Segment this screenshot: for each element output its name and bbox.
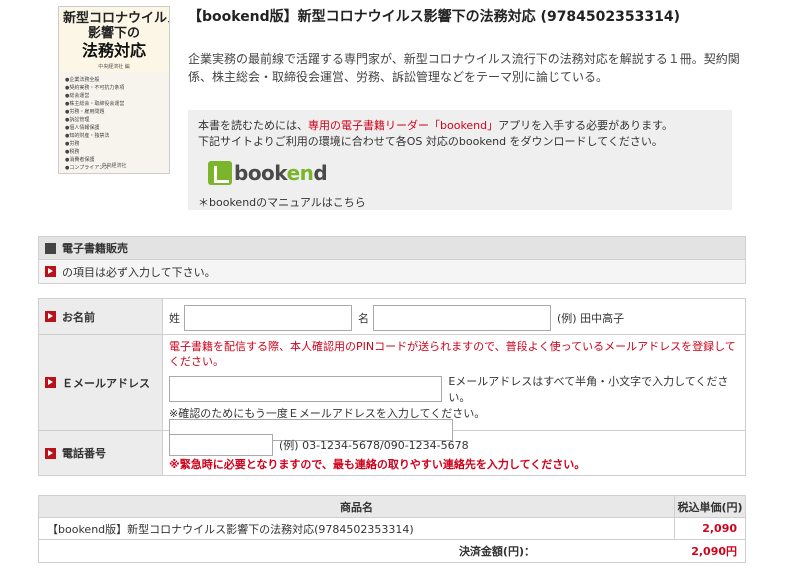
order-item-row: 【bookend版】新型コロナウイルス影響下の法務対応(978450235331… <box>39 518 745 540</box>
bookend-reader-link[interactable]: 専用の電子書籍リーダー「bookend」 <box>308 119 498 132</box>
cover-contents-item: ●総会運営 <box>65 93 90 99</box>
bookend-instruction-line1: 本書を読むためには、専用の電子書籍リーダー「bookend」アプリを入手する必要… <box>198 118 722 134</box>
required-note: の項目は必ず入力して下さい。 <box>38 260 746 284</box>
header-product-name: 商品名 <box>39 496 675 517</box>
required-note-text: の項目は必ず入力して下さい。 <box>62 265 216 279</box>
required-arrow-icon <box>45 377 56 388</box>
header-unit-price: 税込単価(円) <box>677 500 743 514</box>
total-value: 2,090円 <box>691 545 737 558</box>
cover-title-line3: 法務対応 <box>81 41 146 60</box>
bookend-logo-link[interactable]: bookend <box>208 158 722 188</box>
book-description: 企業実務の最前線で活躍する専門家が、新型コロナウイルス流行下の法務対応を解説する… <box>188 52 740 84</box>
bookend-instruction-prefix: 本書を読むためには、 <box>198 119 308 132</box>
bookend-logo-icon <box>208 161 232 185</box>
section-header: 電子書籍販売 <box>38 236 746 260</box>
cover-contents-item: ●契約実務・不可抗力条項 <box>65 85 125 91</box>
required-arrow-icon <box>45 266 56 277</box>
cover-contents-item: ●労務・雇用問題 <box>65 109 105 115</box>
phone-fields: (例) 03-1234-5678/090-1234-5678 ※緊急時に必要とな… <box>163 431 745 475</box>
phone-input[interactable] <box>169 434 273 456</box>
bookend-logo-wordmark: bookend <box>234 161 328 185</box>
bookend-instruction-line2: 下記サイトよりご利用の環境に合わせて各OS 対応のbookend をダウンロード… <box>198 135 663 148</box>
name-example: (例) 田中高子 <box>557 312 625 325</box>
first-name-label: 名 <box>358 312 369 325</box>
book-cover-image: 新型コロナウイルス 影響下の 法務対応 中央経済社 編 ●企業法務全般 ●契約実… <box>58 6 170 174</box>
phone-example: (例) 03-1234-5678/090-1234-5678 <box>279 439 469 452</box>
cover-contents-item: ●知的財産・独禁法 <box>65 133 110 139</box>
required-arrow-icon <box>45 311 56 322</box>
bookend-info-box: 本書を読むためには、専用の電子書籍リーダー「bookend」アプリを入手する必要… <box>188 110 732 210</box>
email-hint: Eメールアドレスはすべて半角・小文字で入力してください。 <box>448 375 729 404</box>
email-input[interactable] <box>169 376 443 402</box>
email-warning: 電子書籍を配信する際、本人確認用のPINコードが送られますので、普段よく使ってい… <box>169 340 736 368</box>
cover-title-band: 新型コロナウイルス 影響下の 法務対応 中央経済社 編 <box>59 7 169 72</box>
section-title: 電子書籍販売 <box>62 242 128 255</box>
form-row-phone: 電話番号 (例) 03-1234-5678/090-1234-5678 ※緊急時… <box>39 431 745 475</box>
cover-contents-item: ●労務 <box>65 141 80 147</box>
cover-contents-item: ●訴訟管理 <box>65 117 90 123</box>
email-label: Ｅメールアドレス <box>39 335 163 430</box>
cover-contents-item: ●税務 <box>65 149 80 155</box>
cover-contents-item: ●企業法務全般 <box>65 77 100 83</box>
customer-form: お名前 姓 名 (例) 田中高子 Ｅメールアドレス 電子書籍を配信する際、本人確… <box>38 298 746 476</box>
order-summary-table: 商品名 税込単価(円) 【bookend版】新型コロナウイルス影響下の法務対応(… <box>38 495 746 563</box>
name-label: お名前 <box>39 299 163 334</box>
square-bullet-icon <box>45 242 56 254</box>
total-label: 決済金額(円)： <box>458 545 535 558</box>
bookend-manual-link[interactable]: ＊bookendのマニュアルはこちら <box>198 194 722 210</box>
order-total-row: 決済金額(円)： 2,090円 <box>39 540 745 562</box>
phone-warning: ※緊急時に必要となりますので、最も連絡の取りやすい連絡先を入力してください。 <box>169 458 586 471</box>
cover-editor: 中央経済社 編 <box>98 64 130 70</box>
cover-contents-item: ●株主総会・取締役会運営 <box>65 101 125 107</box>
required-arrow-icon <box>45 447 56 459</box>
form-row-email: Ｅメールアドレス 電子書籍を配信する際、本人確認用のPINコードが送られますので… <box>39 335 745 441</box>
item-price: 2,090 <box>702 522 737 535</box>
cover-publisher: 中央経済社 <box>101 163 127 169</box>
book-title: 【bookend版】新型コロナウイルス影響下の法務対応 (97845023533… <box>188 9 680 25</box>
email-fields: 電子書籍を配信する際、本人確認用のPINコードが送られますので、普段よく使ってい… <box>163 335 745 441</box>
cover-contents-item: ●個人情報保護 <box>65 125 100 131</box>
form-row-name: お名前 姓 名 (例) 田中高子 <box>39 299 745 335</box>
last-name-label: 姓 <box>169 312 180 325</box>
phone-label: 電話番号 <box>39 431 163 475</box>
cover-title-line2: 影響下の <box>87 26 140 41</box>
name-fields: 姓 名 (例) 田中高子 <box>163 299 745 334</box>
item-name: 【bookend版】新型コロナウイルス影響下の法務対応(978450235331… <box>39 518 675 539</box>
last-name-input[interactable] <box>184 305 352 331</box>
cover-title-line1: 新型コロナウイルス <box>63 11 170 26</box>
cover-contents: ●企業法務全般 ●契約実務・不可抗力条項 ●総会運営 ●株主総会・取締役会運営 … <box>59 72 169 173</box>
order-header-row: 商品名 税込単価(円) <box>39 496 745 518</box>
order-page: 新型コロナウイルス 影響下の 法務対応 中央経済社 編 ●企業法務全般 ●契約実… <box>0 0 800 570</box>
first-name-input[interactable] <box>373 305 551 331</box>
bookend-instruction-suffix: アプリを入手する必要があります。 <box>498 119 674 132</box>
